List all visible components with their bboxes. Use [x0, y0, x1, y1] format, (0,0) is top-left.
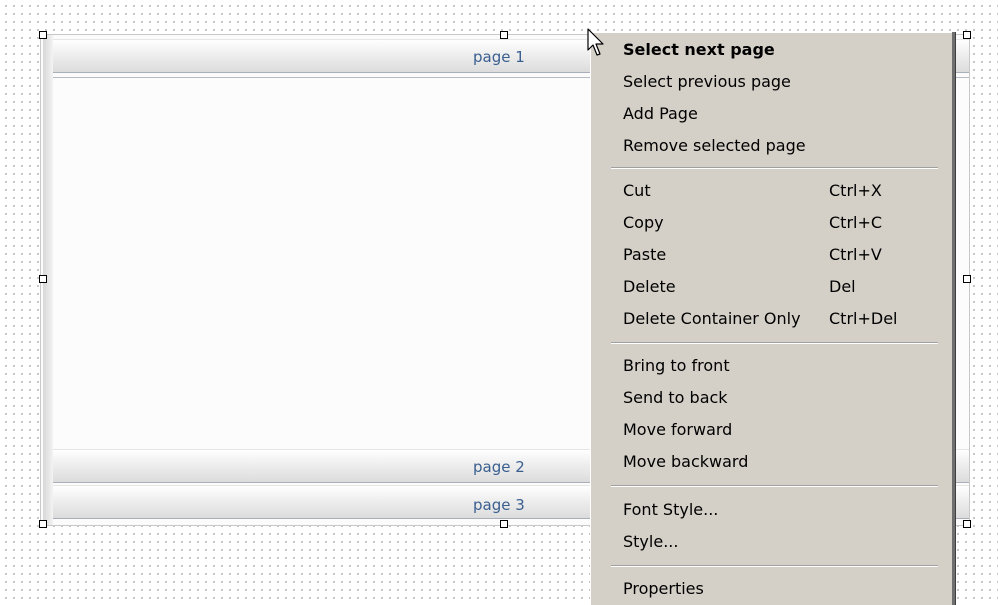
- arrow-pointer-icon: [587, 28, 604, 56]
- menu-item-shortcut: Del: [829, 277, 856, 296]
- page-header-label: page 2: [473, 458, 525, 476]
- menu-item-move-backward[interactable]: Move backward: [591, 446, 952, 478]
- menu-item-delete[interactable]: Delete Del: [591, 271, 952, 303]
- resize-handle-top-left[interactable]: [39, 31, 47, 39]
- menu-item-copy[interactable]: Copy Ctrl+C: [591, 207, 952, 239]
- menu-item-shortcut: Ctrl+C: [829, 213, 883, 232]
- menu-item-label: Font Style...: [623, 500, 719, 519]
- menu-item-label: Copy: [623, 213, 664, 232]
- menu-item-label: Delete Container Only: [623, 309, 801, 328]
- menu-item-select-next-page[interactable]: Select next page: [591, 34, 952, 66]
- resize-handle-right[interactable]: [963, 275, 971, 283]
- page-header-label: page 3: [473, 496, 525, 514]
- menu-item-properties[interactable]: Properties: [591, 573, 952, 605]
- menu-separator: [611, 342, 938, 344]
- menu-separator: [611, 167, 938, 169]
- menu-item-paste[interactable]: Paste Ctrl+V: [591, 239, 952, 271]
- resize-handle-left[interactable]: [39, 275, 47, 283]
- page-header-label: page 1: [473, 48, 525, 66]
- menu-item-send-to-back[interactable]: Send to back: [591, 382, 952, 414]
- menu-separator: [611, 565, 938, 567]
- menu-item-label: Remove selected page: [623, 136, 806, 155]
- menu-item-shortcut: Ctrl+X: [829, 181, 882, 200]
- resize-handle-top[interactable]: [500, 31, 508, 39]
- resize-handle-bottom-right[interactable]: [963, 520, 971, 528]
- menu-item-shortcut: Ctrl+V: [829, 245, 882, 264]
- menu-item-label: Delete: [623, 277, 676, 296]
- menu-item-label: Select next page: [623, 40, 775, 59]
- menu-item-font-style[interactable]: Font Style...: [591, 494, 952, 526]
- menu-item-remove-selected-page[interactable]: Remove selected page: [591, 130, 952, 162]
- menu-item-label: Select previous page: [623, 72, 791, 91]
- menu-item-label: Style...: [623, 532, 679, 551]
- menu-item-style[interactable]: Style...: [591, 526, 952, 558]
- menu-item-label: Paste: [623, 245, 667, 264]
- menu-item-label: Add Page: [623, 104, 698, 123]
- menu-item-label: Send to back: [623, 388, 728, 407]
- menu-item-select-previous-page[interactable]: Select previous page: [591, 66, 952, 98]
- resize-handle-bottom-left[interactable]: [39, 520, 47, 528]
- menu-item-label: Move forward: [623, 420, 733, 439]
- menu-item-label: Move backward: [623, 452, 749, 471]
- menu-item-move-forward[interactable]: Move forward: [591, 414, 952, 446]
- resize-handle-top-right[interactable]: [963, 31, 971, 39]
- context-menu: Select next page Select previous page Ad…: [590, 32, 952, 605]
- menu-item-cut[interactable]: Cut Ctrl+X: [591, 175, 952, 207]
- menu-item-label: Bring to front: [623, 356, 730, 375]
- menu-item-delete-container-only[interactable]: Delete Container Only Ctrl+Del: [591, 303, 952, 335]
- resize-handle-bottom[interactable]: [500, 520, 508, 528]
- menu-item-label: Cut: [623, 181, 651, 200]
- menu-item-bring-to-front[interactable]: Bring to front: [591, 350, 952, 382]
- menu-item-add-page[interactable]: Add Page: [591, 98, 952, 130]
- menu-item-label: Properties: [623, 579, 704, 598]
- menu-separator: [611, 485, 938, 487]
- menu-item-shortcut: Ctrl+Del: [829, 309, 898, 328]
